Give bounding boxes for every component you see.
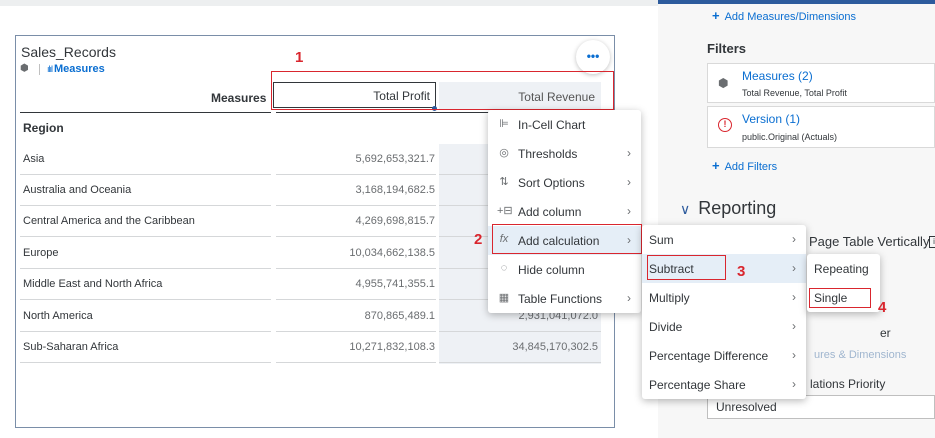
divider — [20, 112, 271, 113]
chevron-right-icon: › — [792, 348, 796, 362]
cell-region: Middle East and North Africa — [23, 278, 163, 290]
cell-profit[interactable]: 3,168,194,682.5 — [275, 184, 435, 196]
divider — [39, 63, 40, 75]
annotation-box-1 — [271, 71, 614, 110]
menu-item-sort-options[interactable]: ⇅ Sort Options › — [488, 168, 641, 197]
panel-top-bar — [658, 0, 935, 4]
add-filters-link[interactable]: + Add Filters — [712, 157, 777, 175]
menu-item-percentage-share[interactable]: Percentage Share › — [642, 370, 806, 399]
annotation-box-2 — [492, 224, 642, 254]
cube-icon: ⬢ — [718, 76, 729, 90]
menu-item-add-column[interactable]: +⊟ Add column › — [488, 197, 641, 226]
menu-item-thresholds[interactable]: ◎ Thresholds › — [488, 139, 641, 168]
calculation-submenu: Sum › Subtract › Multiply › Divide › Per… — [642, 225, 806, 399]
menu-item-sum[interactable]: Sum › — [642, 225, 806, 254]
measures-link[interactable]: Measures — [54, 63, 105, 75]
filter-title[interactable]: Measures (2) — [742, 69, 813, 83]
cell-profit[interactable]: 10,271,832,108.3 — [275, 341, 435, 353]
header-measures: Measures — [211, 91, 267, 105]
warning-icon: ! — [718, 118, 732, 132]
region-header: Region — [23, 121, 64, 135]
sort-icon: ⇅ — [499, 176, 509, 188]
widget-title: Sales_Records — [21, 44, 116, 60]
filter-subtitle: Total Revenue, Total Profit — [742, 88, 847, 98]
annotation-number: 4 — [878, 299, 887, 316]
cell-region: Australia and Oceania — [23, 184, 132, 196]
page-table-vertically-label: Page Table Vertically — [809, 234, 930, 249]
table-icon: ▦ — [498, 292, 510, 304]
add-measures-dimensions-link-faded[interactable]: ures & Dimensions — [814, 349, 906, 361]
annotation-box-3 — [647, 255, 726, 280]
menu-item-divide[interactable]: Divide › — [642, 312, 806, 341]
menu-item-hide-column[interactable]: ◌ Hide column — [488, 255, 641, 284]
annotation-number: 2 — [474, 231, 483, 248]
menu-item-in-cell-chart[interactable]: ⊫ In-Cell Chart — [488, 110, 641, 139]
filter-title[interactable]: Version (1) — [742, 112, 800, 126]
annotation-number: 3 — [737, 263, 746, 280]
chevron-right-icon: › — [792, 232, 796, 246]
filter-card-version[interactable]: ! Version (1) public.Original (Actuals) — [707, 106, 935, 148]
chevron-right-icon: › — [627, 291, 631, 305]
cell-profit[interactable]: 4,269,698,815.7 — [275, 215, 435, 227]
cell-revenue[interactable]: 34,845,170,302.5 — [440, 341, 598, 353]
add-column-icon: +⊟ — [497, 205, 513, 217]
annotation-box-4 — [809, 288, 871, 308]
chevron-down-icon: ∨ — [680, 201, 691, 217]
measure-bars-icon: ılıl — [47, 64, 53, 74]
plus-icon: + — [712, 8, 720, 23]
calculations-priority-label: lations Priority — [810, 377, 886, 391]
cell-profit[interactable]: 870,865,489.1 — [275, 310, 435, 322]
annotation-number: 1 — [295, 49, 304, 66]
menu-item-multiply[interactable]: Multiply › — [642, 283, 806, 312]
chevron-right-icon: › — [792, 261, 796, 275]
menu-item-repeating[interactable]: Repeating — [807, 254, 880, 283]
chevron-right-icon: › — [792, 377, 796, 391]
chevron-right-icon: › — [627, 146, 631, 160]
add-measures-dimensions-link[interactable]: + Add Measures/Dimensions — [712, 7, 856, 25]
chevron-right-icon: › — [792, 319, 796, 333]
plus-icon: + — [712, 158, 720, 173]
context-menu: ⊫ In-Cell Chart ◎ Thresholds › ⇅ Sort Op… — [488, 110, 641, 313]
app-root: Sales_Records ⬢ ılıl Measures ••• Measur… — [0, 0, 935, 438]
chevron-right-icon: › — [627, 204, 631, 218]
widget-subtitle: ⬢ ılıl Measures — [20, 63, 105, 75]
menu-item-percentage-difference[interactable]: Percentage Difference › — [642, 341, 806, 370]
cell-region: Europe — [23, 247, 59, 259]
cell-region: North America — [23, 310, 93, 322]
chevron-right-icon: › — [792, 290, 796, 304]
cell-region: Asia — [23, 153, 45, 165]
reporting-section-header[interactable]: ∨ Reporting — [680, 198, 776, 219]
partial-label: er — [880, 326, 891, 340]
thresholds-icon: ◎ — [499, 147, 509, 159]
filter-card-measures[interactable]: ⬢ Measures (2) Total Revenue, Total Prof… — [707, 63, 935, 103]
chevron-right-icon: › — [627, 175, 631, 189]
cell-region: Sub-Saharan Africa — [23, 341, 119, 353]
in-cell-chart-icon: ⊫ — [499, 118, 509, 130]
table-row[interactable]: Sub-Saharan Africa 10,271,832,108.3 34,8… — [20, 332, 601, 363]
menu-item-table-functions[interactable]: ▦ Table Functions › — [488, 284, 641, 313]
cell-profit[interactable]: 4,955,741,355.1 — [275, 278, 435, 290]
cell-profit[interactable]: 10,034,662,138.5 — [275, 247, 435, 259]
info-icon[interactable]: i — [929, 236, 935, 248]
filter-subtitle: public.Original (Actuals) — [742, 132, 838, 142]
cell-profit[interactable]: 5,692,653,321.7 — [275, 153, 435, 165]
hide-icon: ◌ — [500, 262, 508, 274]
model-cube-icon: ⬢ — [20, 63, 29, 74]
cell-region: Central America and the Caribbean — [23, 215, 195, 227]
filters-label: Filters — [707, 41, 747, 56]
more-options-button[interactable]: ••• — [576, 40, 610, 74]
